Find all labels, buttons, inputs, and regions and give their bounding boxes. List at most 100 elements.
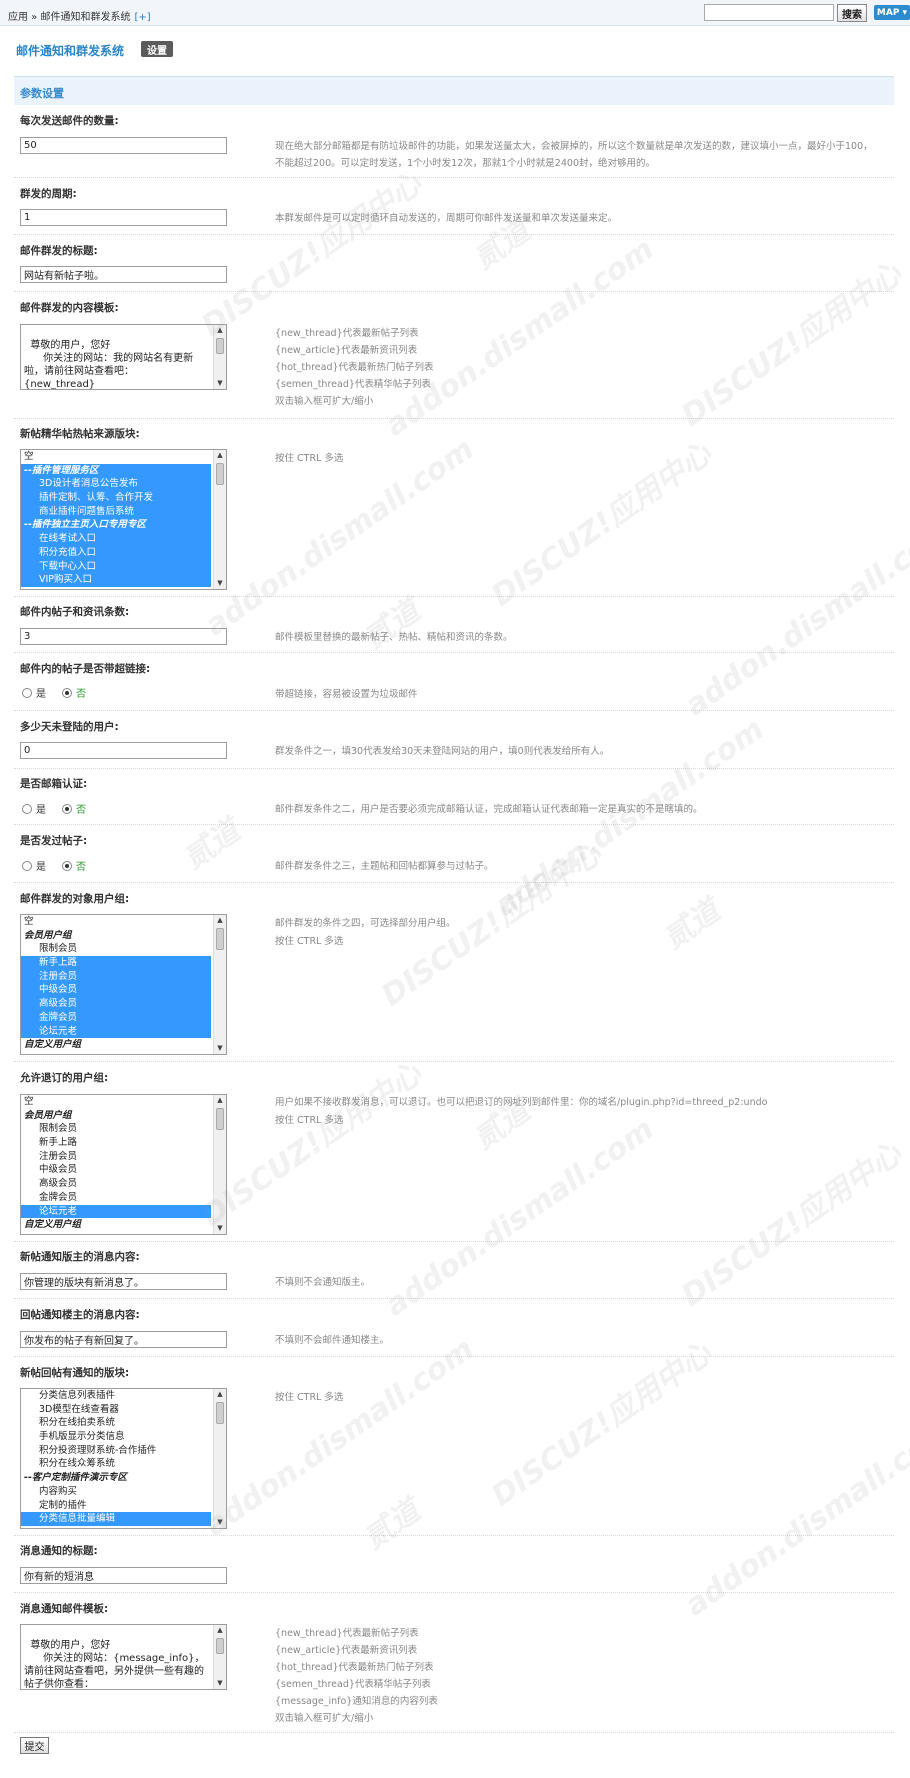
select-option[interactable]: 积分在线众筹系统	[21, 1457, 211, 1471]
select-option[interactable]: 限制会员	[21, 1122, 211, 1136]
email-verified-no-radio[interactable]	[62, 803, 72, 814]
option-group[interactable]: 自定义用户组	[21, 1218, 211, 1232]
search-button[interactable]: 搜索	[837, 4, 867, 22]
select-option[interactable]: 内容购买	[21, 1485, 211, 1499]
has-posted-no-label[interactable]: 否	[76, 858, 86, 873]
scroll-thumb[interactable]	[216, 1638, 224, 1654]
notify-forums-select[interactable]: 分类信息列表插件 3D模型在线查看器 积分在线拍卖系统 手机版显示分类信息 积分投资理财…	[20, 1388, 227, 1529]
listbox-scrollbar[interactable]: ▲ ▼	[213, 1389, 226, 1528]
scroll-thumb[interactable]	[216, 338, 224, 354]
option-group[interactable]: 会员用户组	[21, 929, 211, 943]
batch-count-input[interactable]	[20, 137, 227, 154]
hyperlink-yes-label[interactable]: 是	[36, 685, 46, 700]
listbox-scrollbar[interactable]: ▲ ▼	[213, 915, 226, 1054]
item-count-input[interactable]	[20, 628, 227, 645]
tab-settings[interactable]: 设置	[141, 41, 173, 57]
select-option[interactable]: 定制的插件	[21, 1499, 211, 1513]
select-option[interactable]: 3D设计者消息公告发布	[21, 477, 211, 492]
notify-moderator-input[interactable]	[20, 1273, 227, 1290]
select-option[interactable]: 中级会员	[21, 1163, 211, 1177]
select-option[interactable]: 在线考试入口	[21, 532, 211, 546]
cycle-input[interactable]	[20, 209, 227, 226]
scroll-down-icon[interactable]: ▼	[214, 1043, 226, 1054]
map-button[interactable]: MAP ▾	[874, 5, 910, 20]
listbox-scrollbar[interactable]: ▲ ▼	[213, 1095, 226, 1234]
select-option[interactable]: 金牌会员	[21, 1010, 211, 1025]
listbox-scrollbar[interactable]: ▲ ▼	[213, 450, 226, 589]
email-verified-no-label[interactable]: 否	[76, 801, 86, 816]
option-group[interactable]: 会员用户组	[21, 1109, 211, 1123]
hyperlink-yes-radio[interactable]	[22, 687, 32, 698]
select-option[interactable]: 注册会员	[21, 1150, 211, 1164]
hyperlink-no-label[interactable]: 否	[76, 685, 86, 700]
scroll-up-icon[interactable]: ▲	[214, 325, 226, 336]
scroll-down-icon[interactable]: ▼	[214, 1223, 226, 1234]
has-posted-no-radio[interactable]	[62, 860, 72, 871]
select-option[interactable]: 新手上路	[21, 1136, 211, 1150]
select-option[interactable]: 注册会员	[21, 969, 211, 984]
select-option[interactable]: 论坛元老	[21, 1204, 211, 1219]
scroll-down-icon[interactable]: ▼	[214, 1678, 226, 1689]
option-group[interactable]: 自定义用户组	[21, 1038, 211, 1052]
has-posted-yes-radio[interactable]	[22, 860, 32, 871]
scroll-up-icon[interactable]: ▲	[214, 450, 226, 461]
notify-author-input[interactable]	[20, 1331, 227, 1348]
scroll-up-icon[interactable]: ▲	[214, 1095, 226, 1106]
select-option[interactable]: 分类信息批量编辑	[21, 1512, 211, 1526]
textarea-scrollbar[interactable]: ▲ ▼	[213, 1625, 226, 1689]
submit-button[interactable]: 提交	[20, 1737, 49, 1754]
scroll-thumb[interactable]	[216, 1402, 224, 1424]
select-option[interactable]: 论坛元老	[21, 1024, 211, 1039]
select-option[interactable]: 积分投资理财系统-合作插件	[21, 1444, 211, 1458]
select-option[interactable]: 中级会员	[21, 983, 211, 998]
scroll-thumb[interactable]	[216, 928, 224, 950]
scroll-up-icon[interactable]: ▲	[214, 1625, 226, 1636]
select-option[interactable]: 空	[21, 1095, 211, 1109]
select-option[interactable]: 下载中心入口	[21, 559, 211, 574]
select-option[interactable]: 高级会员	[21, 997, 211, 1011]
scroll-thumb[interactable]	[216, 463, 224, 485]
select-option[interactable]: 高级会员	[21, 1177, 211, 1191]
scroll-up-icon[interactable]: ▲	[214, 915, 226, 926]
msg-template-textarea[interactable]: 尊敬的用户，您好 你关注的网站：{message_info}，请前往网站查看吧，…	[20, 1624, 227, 1690]
msg-template-text: 尊敬的用户，您好 你关注的网站：{message_info}，请前往网站查看吧，…	[24, 1640, 205, 1690]
select-option[interactable]: 新手上路	[21, 956, 211, 970]
select-option[interactable]: 空	[21, 915, 211, 929]
option-group[interactable]: --插件管理服务区	[21, 463, 211, 478]
select-option[interactable]: 积分充值入口	[21, 545, 211, 560]
select-option[interactable]: VIP购买入口	[21, 573, 211, 587]
unsubscribe-groups-select[interactable]: 空会员用户组 限制会员 新手上路 注册会员 中级会员 高级会员 金牌会员 论坛元老 自定义用户组…	[20, 1094, 227, 1235]
select-option[interactable]: 分类信息列表插件	[21, 1389, 211, 1403]
select-option[interactable]: 金牌会员	[21, 1191, 211, 1205]
breadcrumb-text[interactable]: 应用 » 邮件通知和群发系统	[8, 12, 130, 23]
scroll-up-icon[interactable]: ▲	[214, 1389, 226, 1400]
scroll-down-icon[interactable]: ▼	[214, 378, 226, 389]
email-verified-yes-radio[interactable]	[22, 803, 32, 814]
select-option[interactable]: 手机版显示分类信息	[21, 1430, 211, 1444]
msg-subject-input[interactable]	[20, 1567, 227, 1584]
subject-input[interactable]	[20, 266, 227, 283]
scroll-down-icon[interactable]: ▼	[214, 578, 226, 589]
section-title: 参数设置	[20, 87, 64, 100]
divider	[14, 596, 894, 597]
add-shortcut-link[interactable]: [+]	[134, 12, 150, 23]
source-forums-select[interactable]: 空 --插件管理服务区 3D设计者消息公告发布 插件定制、认筹、合作开发 商业插件问题售…	[20, 449, 227, 590]
select-option[interactable]: 3D模型在线查看器	[21, 1403, 211, 1417]
scroll-thumb[interactable]	[216, 1108, 224, 1130]
option-group[interactable]: --插件独立主页入口专用专区	[21, 518, 211, 533]
select-option[interactable]: 插件定制、认筹、合作开发	[21, 491, 211, 505]
select-option[interactable]: 商业插件问题售后系统	[21, 504, 211, 519]
select-option[interactable]: 空	[21, 450, 211, 464]
select-option[interactable]: 限制会员	[21, 942, 211, 956]
target-groups-select[interactable]: 空会员用户组 限制会员 新手上路 注册会员 中级会员 高级会员 金牌会员 论坛元老 自定义用户组…	[20, 914, 227, 1055]
has-posted-yes-label[interactable]: 是	[36, 858, 46, 873]
inactive-days-input[interactable]	[20, 742, 227, 759]
email-verified-yes-label[interactable]: 是	[36, 801, 46, 816]
search-input[interactable]	[704, 4, 834, 21]
hyperlink-no-radio[interactable]	[62, 687, 72, 698]
select-option[interactable]: 积分在线拍卖系统	[21, 1416, 211, 1430]
template-textarea[interactable]: 尊敬的用户，您好 你关注的网站：我的网站名有更新啦，请前往网站查看吧： {new…	[20, 324, 227, 390]
scroll-down-icon[interactable]: ▼	[214, 1517, 226, 1528]
textarea-scrollbar[interactable]: ▲ ▼	[213, 325, 226, 389]
option-group[interactable]: --客户定制插件演示专区	[21, 1471, 211, 1485]
